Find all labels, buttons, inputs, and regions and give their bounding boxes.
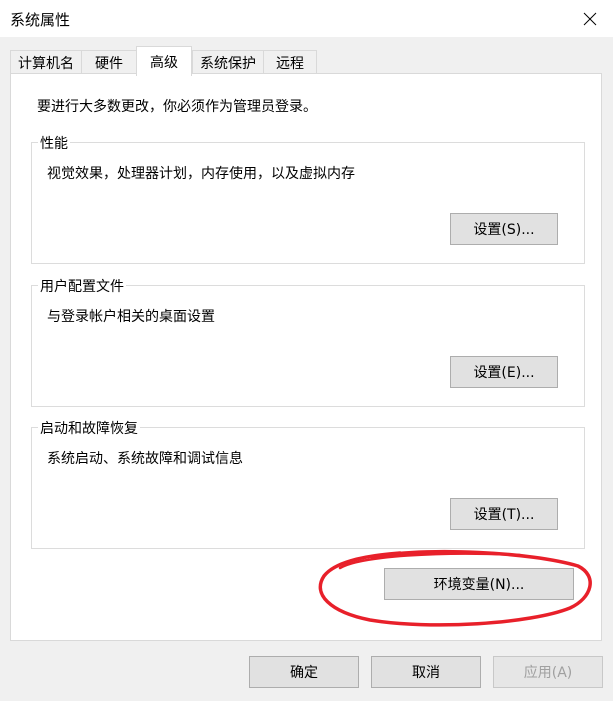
- user-profiles-group-title: 用户配置文件: [38, 276, 126, 296]
- startup-recovery-group-title: 启动和故障恢复: [38, 418, 140, 438]
- startup-recovery-group: 启动和故障恢复 系统启动、系统故障和调试信息 设置(T)...: [31, 418, 585, 549]
- window-title: 系统属性: [10, 11, 71, 29]
- user-profiles-group: 用户配置文件 与登录帐户相关的桌面设置 设置(E)...: [31, 276, 585, 407]
- tab-hardware[interactable]: 硬件: [81, 50, 137, 74]
- performance-description: 视觉效果，处理器计划，内存使用，以及虚拟内存: [47, 166, 355, 182]
- title-bar: 系统属性: [0, 0, 613, 38]
- cancel-button[interactable]: 取消: [371, 656, 481, 688]
- user-profiles-settings-button[interactable]: 设置(E)...: [450, 356, 558, 388]
- close-icon: [583, 12, 597, 26]
- performance-group-title: 性能: [38, 133, 70, 153]
- tab-computer-name[interactable]: 计算机名: [10, 50, 82, 74]
- startup-recovery-settings-button[interactable]: 设置(T)...: [450, 498, 558, 530]
- startup-recovery-description: 系统启动、系统故障和调试信息: [47, 451, 243, 467]
- advanced-tab-panel: 要进行大多数更改，你必须作为管理员登录。 性能 视觉效果，处理器计划，内存使用，…: [10, 73, 602, 641]
- performance-group: 性能 视觉效果，处理器计划，内存使用，以及虚拟内存 设置(S)...: [31, 133, 585, 264]
- performance-settings-button[interactable]: 设置(S)...: [450, 213, 558, 245]
- tab-advanced[interactable]: 高级: [136, 46, 192, 76]
- user-profiles-description: 与登录帐户相关的桌面设置: [47, 309, 215, 325]
- tab-system-protection[interactable]: 系统保护: [192, 50, 264, 74]
- admin-notice: 要进行大多数更改，你必须作为管理员登录。: [37, 99, 317, 115]
- tab-remote[interactable]: 远程: [263, 50, 317, 74]
- environment-variables-button[interactable]: 环境变量(N)...: [384, 568, 574, 600]
- close-button[interactable]: [567, 0, 613, 38]
- apply-button[interactable]: 应用(A): [493, 656, 603, 688]
- ok-button[interactable]: 确定: [249, 656, 359, 688]
